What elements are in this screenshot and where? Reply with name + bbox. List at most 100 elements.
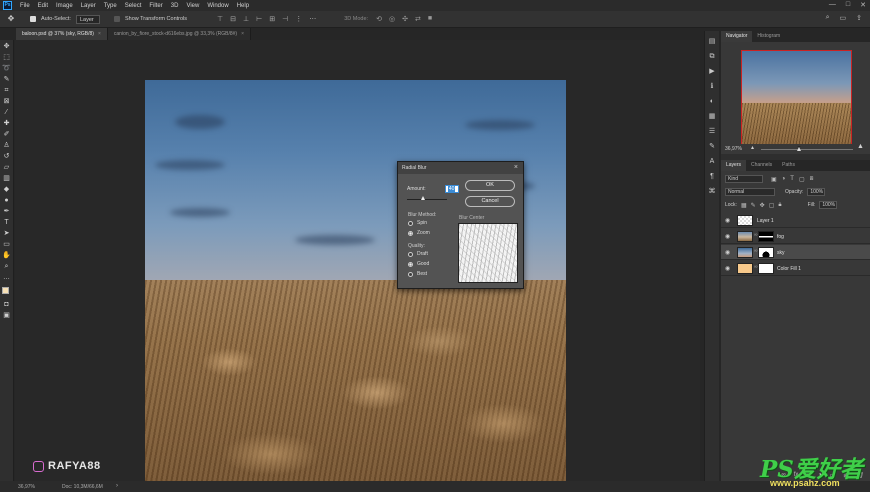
menu-type[interactable]: Type [100,3,121,9]
close-window-button[interactable]: ✕ [860,1,866,9]
color-icon[interactable]: ◐ [708,97,716,106]
navigator-zoom-thumb[interactable] [797,146,801,151]
layer-row-color-fill[interactable]: ◉ ∞ Color Fill 1 [721,261,870,276]
canvas-workspace[interactable] [15,40,700,485]
align-right-icon[interactable]: ⊣ [282,15,288,23]
zoom-in-icon[interactable]: ▲ [857,143,864,150]
opacity-input[interactable]: 100% [807,188,826,196]
distribute-h-icon[interactable]: ⋯ [309,15,316,23]
best-option[interactable]: Best [408,271,427,277]
cancel-button[interactable]: Cancel [465,196,515,207]
spin-radio[interactable] [408,220,413,226]
align-top-icon[interactable]: ⊤ [217,15,223,23]
good-radio[interactable] [408,261,413,267]
blend-mode-select[interactable]: Normal [725,188,775,196]
auto-select-dropdown[interactable]: Layer [75,14,100,24]
search-icon[interactable]: ⌕ [826,14,830,22]
close-icon[interactable]: × [241,31,244,37]
share-icon[interactable]: ⇪ [856,14,862,22]
menu-select[interactable]: Select [121,3,146,9]
adjustments-icon[interactable]: ☰ [708,127,716,136]
paragraph-icon[interactable]: ¶ [708,172,716,181]
align-left-icon[interactable]: ⊢ [256,15,262,23]
ok-button[interactable]: OK [465,180,515,191]
close-icon[interactable]: × [514,162,518,174]
menu-layer[interactable]: Layer [77,3,100,9]
3d-drag-icon[interactable]: ✣ [402,15,408,23]
eraser-icon[interactable]: ▱ [2,164,11,172]
tab-baloon[interactable]: baloon.psd @ 37% (sky, RGB/8) × [16,28,108,40]
dodge-icon[interactable]: ● [2,197,11,205]
stamp-icon[interactable]: ♙ [2,142,11,150]
menu-filter[interactable]: Filter [145,3,166,9]
history-brush-icon[interactable]: ↺ [2,153,11,161]
tab-paths[interactable]: Paths [777,160,800,171]
menu-window[interactable]: Window [203,3,232,9]
amount-slider[interactable] [407,199,447,200]
eye-icon[interactable]: ◉ [725,249,730,256]
workspace-icon[interactable]: ▭ [840,14,847,22]
auto-select-checkbox[interactable] [30,16,36,22]
glyphs-icon[interactable]: ⌘ [708,187,716,196]
layer-mask[interactable] [758,247,774,258]
show-transform-checkbox[interactable] [113,16,120,22]
amount-input[interactable]: 40 [444,185,459,193]
lock-artboard-icon[interactable]: ▢ [769,202,775,209]
layer-row-layer1[interactable]: ◉ Layer 1 [721,213,870,228]
best-radio[interactable] [408,271,413,277]
align-bottom-icon[interactable]: ⊥ [243,15,249,23]
spin-option[interactable]: Spin [408,220,427,226]
eye-icon[interactable]: ◉ [725,217,730,224]
brushes-icon[interactable]: ✎ [708,142,716,151]
quick-mask-icon[interactable]: ◘ [2,301,11,309]
path-select-icon[interactable]: ➤ [2,230,11,238]
zoom-out-icon[interactable]: ▴ [751,144,754,151]
swatches-icon[interactable]: ▦ [708,112,716,121]
3d-roll-icon[interactable]: ◎ [389,15,395,23]
dialog-titlebar[interactable]: Radial Blur × [398,162,523,174]
distribute-icon[interactable]: ⋮ [295,15,302,23]
layer-row-sky[interactable]: ◉ ∞ sky [721,245,870,260]
3d-rotate-icon[interactable]: ⟲ [376,15,382,23]
layer-mask[interactable] [758,263,774,274]
lock-all-icon[interactable]: 🔒︎ [778,202,781,209]
menu-view[interactable]: View [182,3,203,9]
menu-help[interactable]: Help [233,3,253,9]
frame-icon[interactable]: ⊠ [2,98,11,106]
info-icon[interactable]: ℹ [708,82,716,91]
align-hcenter-icon[interactable]: ⊞ [269,15,275,23]
tab-navigator[interactable]: Navigator [721,31,753,42]
align-vcenter-icon[interactable]: ⊟ [230,15,236,23]
layer-mask[interactable] [758,231,774,242]
good-option[interactable]: Good [408,261,429,267]
actions-icon[interactable]: ▶ [708,67,716,76]
eye-icon[interactable]: ◉ [725,265,730,272]
screen-mode-icon[interactable]: ▣ [2,312,11,320]
menu-3d[interactable]: 3D [167,3,183,9]
brush-icon[interactable]: ✐ [2,131,11,139]
gradient-icon[interactable]: ▥ [2,175,11,183]
filter-pixel-icon[interactable]: ▣ [771,176,777,183]
fill-input[interactable]: 100% [819,201,838,209]
blur-center-preview[interactable] [458,223,518,283]
type-icon[interactable]: T [2,219,11,227]
shape-icon[interactable]: ▭ [2,241,11,249]
tab-channels[interactable]: Channels [746,160,777,171]
draft-option[interactable]: Draft [408,251,428,257]
filter-adjust-icon[interactable]: ◑ [782,176,786,183]
libraries-icon[interactable]: ⧉ [708,52,716,61]
history-icon[interactable]: ▤ [708,37,716,46]
zoom-option[interactable]: Zoom [408,230,430,236]
menu-edit[interactable]: Edit [34,3,52,9]
move-icon[interactable]: ✥ [2,43,11,51]
marquee-icon[interactable]: ⬚ [2,54,11,62]
tab-histogram[interactable]: Histogram [752,31,785,42]
crop-icon[interactable]: ⌗ [2,87,11,95]
close-icon[interactable]: × [98,31,101,37]
draft-radio[interactable] [408,251,413,257]
tab-canion[interactable]: canion_by_fiore_stock-d616ebs.jpg @ 33,3… [107,28,252,40]
layer-row-fog[interactable]: ◉ ∞ fog [721,229,870,244]
lock-pixels-icon[interactable]: ▦ [741,202,747,209]
amount-slider-thumb[interactable] [421,196,425,200]
blur-icon[interactable]: ◆ [2,186,11,194]
